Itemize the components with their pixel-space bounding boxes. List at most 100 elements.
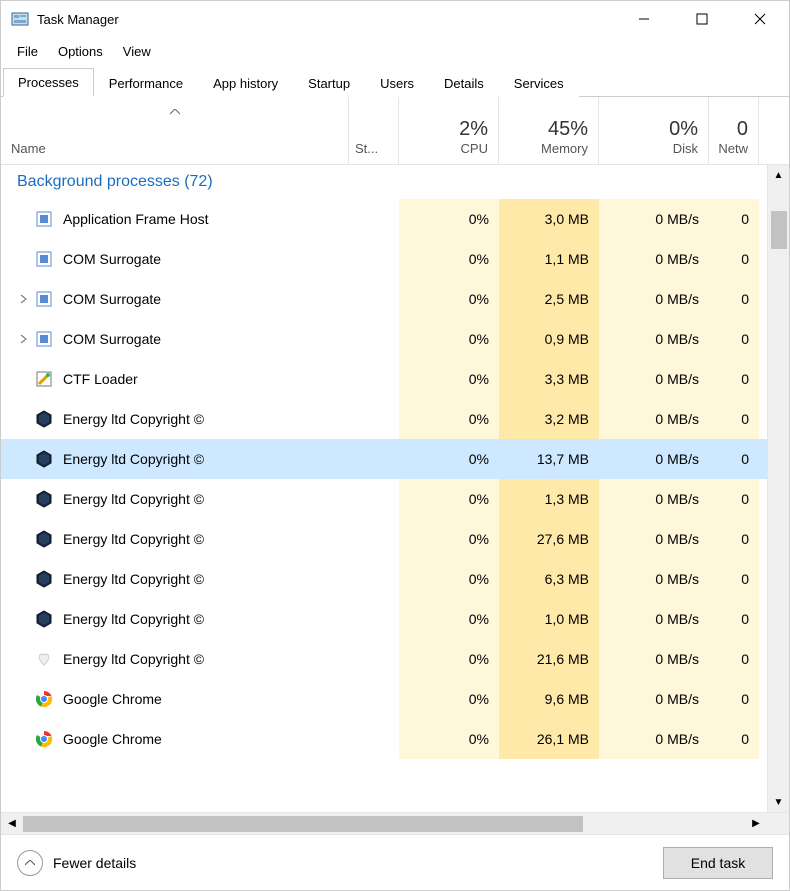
- process-row[interactable]: Application Frame Host0%3,0 MB0 MB/s0: [1, 199, 767, 239]
- process-name: Energy ltd Copyright ©: [63, 571, 204, 587]
- cell-name: Energy ltd Copyright ©: [1, 570, 349, 588]
- process-row[interactable]: Energy ltd Copyright ©0%6,3 MB0 MB/s0: [1, 559, 767, 599]
- hscroll-thumb[interactable]: [23, 816, 583, 832]
- process-row[interactable]: Energy ltd Copyright ©0%13,7 MB0 MB/s0: [1, 439, 767, 479]
- memory-label: Memory: [541, 141, 588, 156]
- col-header-status[interactable]: St...: [349, 97, 399, 164]
- cell-mem: 1,1 MB: [499, 239, 599, 279]
- window-controls: [615, 1, 789, 37]
- process-name: Google Chrome: [63, 691, 162, 707]
- process-name: Energy ltd Copyright ©: [63, 451, 204, 467]
- cell-name: Energy ltd Copyright ©: [1, 450, 349, 468]
- cell-mem: 3,2 MB: [499, 399, 599, 439]
- process-row[interactable]: Google Chrome0%9,6 MB0 MB/s0: [1, 679, 767, 719]
- cell-disk: 0 MB/s: [599, 559, 709, 599]
- maximize-button[interactable]: [673, 1, 731, 37]
- horizontal-scrollbar[interactable]: ◀ ▶: [1, 812, 789, 834]
- cell-net: 0: [709, 599, 759, 639]
- footer: Fewer details End task: [1, 834, 789, 890]
- tab-bar: ProcessesPerformanceApp historyStartupUs…: [1, 65, 789, 97]
- menu-file[interactable]: File: [9, 42, 46, 61]
- cell-net: 0: [709, 719, 759, 759]
- cell-disk: 0 MB/s: [599, 319, 709, 359]
- tab-processes[interactable]: Processes: [3, 68, 94, 97]
- cell-mem: 1,0 MB: [499, 599, 599, 639]
- process-row[interactable]: Energy ltd Copyright ©0%27,6 MB0 MB/s0: [1, 519, 767, 559]
- tab-services[interactable]: Services: [499, 69, 579, 97]
- tab-details[interactable]: Details: [429, 69, 499, 97]
- menu-options[interactable]: Options: [50, 42, 111, 61]
- process-row[interactable]: Energy ltd Copyright ©0%1,3 MB0 MB/s0: [1, 479, 767, 519]
- com-icon: [35, 330, 53, 348]
- scroll-left-icon[interactable]: ◀: [1, 813, 23, 834]
- network-label: Netw: [718, 141, 748, 156]
- titlebar[interactable]: Task Manager: [1, 1, 789, 37]
- expand-chevron-icon[interactable]: [17, 294, 31, 304]
- process-name: Energy ltd Copyright ©: [63, 491, 204, 507]
- process-name: COM Surrogate: [63, 251, 161, 267]
- cell-cpu: 0%: [399, 199, 499, 239]
- app-icon: [11, 10, 29, 28]
- vscroll-thumb[interactable]: [771, 211, 787, 249]
- process-row[interactable]: COM Surrogate0%2,5 MB0 MB/s0: [1, 279, 767, 319]
- fewer-details-button[interactable]: Fewer details: [17, 850, 136, 876]
- cell-cpu: 0%: [399, 599, 499, 639]
- cell-net: 0: [709, 239, 759, 279]
- com-icon: [35, 290, 53, 308]
- cell-name: Energy ltd Copyright ©: [1, 490, 349, 508]
- col-status-label: St...: [355, 141, 378, 156]
- close-button[interactable]: [731, 1, 789, 37]
- cell-disk: 0 MB/s: [599, 599, 709, 639]
- process-row[interactable]: Energy ltd Copyright ©0%3,2 MB0 MB/s0: [1, 399, 767, 439]
- cell-net: 0: [709, 199, 759, 239]
- cell-cpu: 0%: [399, 439, 499, 479]
- col-header-name[interactable]: Name: [1, 97, 349, 164]
- tab-performance[interactable]: Performance: [94, 69, 198, 97]
- process-row[interactable]: Energy ltd Copyright ©0%21,6 MB0 MB/s0: [1, 639, 767, 679]
- cell-disk: 0 MB/s: [599, 359, 709, 399]
- scroll-down-icon[interactable]: ▼: [768, 792, 789, 812]
- cell-name: Application Frame Host: [1, 210, 349, 228]
- cell-name: CTF Loader: [1, 370, 349, 388]
- vertical-scrollbar[interactable]: ▲ ▼: [767, 165, 789, 812]
- heart-icon: [35, 650, 53, 668]
- cell-net: 0: [709, 319, 759, 359]
- cell-net: 0: [709, 279, 759, 319]
- cell-cpu: 0%: [399, 359, 499, 399]
- col-header-disk[interactable]: 0% Disk: [599, 97, 709, 164]
- process-list[interactable]: Background processes (72) Application Fr…: [1, 165, 767, 812]
- sort-indicator-icon: [170, 103, 180, 118]
- cell-mem: 3,3 MB: [499, 359, 599, 399]
- chrome-icon: [35, 730, 53, 748]
- col-header-memory[interactable]: 45% Memory: [499, 97, 599, 164]
- end-task-button[interactable]: End task: [663, 847, 773, 879]
- scroll-right-icon[interactable]: ▶: [745, 813, 767, 834]
- app-frame-icon: [35, 210, 53, 228]
- col-name-label: Name: [11, 141, 46, 156]
- cell-disk: 0 MB/s: [599, 399, 709, 439]
- process-row[interactable]: COM Surrogate0%1,1 MB0 MB/s0: [1, 239, 767, 279]
- task-manager-window: Task Manager File Options View Processes…: [0, 0, 790, 891]
- process-row[interactable]: COM Surrogate0%0,9 MB0 MB/s0: [1, 319, 767, 359]
- minimize-button[interactable]: [615, 1, 673, 37]
- disk-usage-pct: 0%: [669, 118, 698, 141]
- col-header-cpu[interactable]: 2% CPU: [399, 97, 499, 164]
- ctf-icon: [35, 370, 53, 388]
- tab-users[interactable]: Users: [365, 69, 429, 97]
- cell-name: COM Surrogate: [1, 290, 349, 308]
- cell-name: Energy ltd Copyright ©: [1, 650, 349, 668]
- expand-chevron-icon[interactable]: [17, 334, 31, 344]
- scroll-up-icon[interactable]: ▲: [768, 165, 789, 185]
- col-header-network[interactable]: 0 Netw: [709, 97, 759, 164]
- process-name: CTF Loader: [63, 371, 138, 387]
- process-name: Application Frame Host: [63, 211, 209, 227]
- cell-name: Energy ltd Copyright ©: [1, 610, 349, 628]
- tab-app-history[interactable]: App history: [198, 69, 293, 97]
- cpu-usage-pct: 2%: [459, 118, 488, 141]
- process-row[interactable]: Energy ltd Copyright © 0%1,0 MB0 MB/s0: [1, 599, 767, 639]
- group-header-background[interactable]: Background processes (72): [1, 165, 767, 199]
- process-row[interactable]: Google Chrome0%26,1 MB0 MB/s0: [1, 719, 767, 759]
- process-row[interactable]: CTF Loader0%3,3 MB0 MB/s0: [1, 359, 767, 399]
- tab-startup[interactable]: Startup: [293, 69, 365, 97]
- menu-view[interactable]: View: [115, 42, 159, 61]
